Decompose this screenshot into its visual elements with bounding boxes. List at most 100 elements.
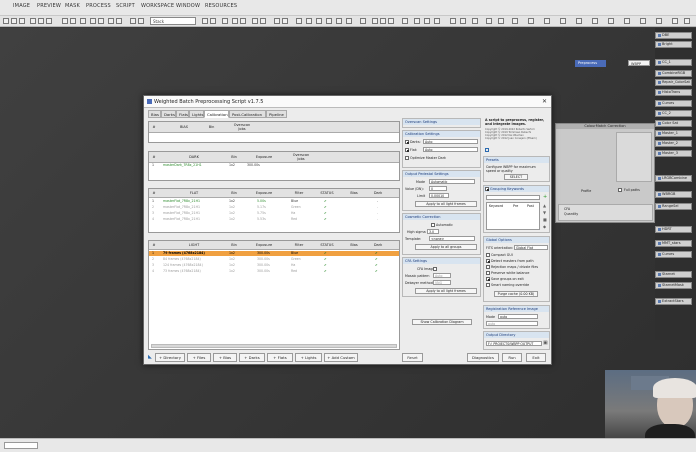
- view-9-icon[interactable]: [608, 18, 614, 24]
- zoom-in-icon[interactable]: [38, 18, 44, 24]
- menu-script[interactable]: SCRIPT: [116, 3, 135, 9]
- process-icon[interactable]: [116, 18, 122, 24]
- rejection-maps-checkbox[interactable]: [486, 265, 490, 269]
- zoom-out-icon[interactable]: [46, 18, 52, 24]
- pedestal-mode-select[interactable]: Automatic: [429, 179, 475, 184]
- add-flats-button[interactable]: + Flats: [267, 353, 293, 362]
- channel-b-icon[interactable]: [388, 18, 394, 24]
- proc-icon-13[interactable]: LRGBCombine: [655, 175, 692, 182]
- proc-icon-2[interactable]: Bright: [655, 41, 692, 48]
- reset-button[interactable]: Reset: [402, 353, 423, 362]
- menu-window[interactable]: WINDOW: [176, 3, 200, 9]
- preview-new-icon[interactable]: [252, 18, 258, 24]
- proc-icon-4[interactable]: CombineRGB: [655, 70, 692, 77]
- stf-reset-icon[interactable]: [434, 18, 440, 24]
- zoom-7-icon[interactable]: [346, 18, 352, 24]
- mask-show-icon[interactable]: [450, 18, 456, 24]
- template-select[interactable]: <none>: [429, 236, 475, 241]
- menu-image[interactable]: IMAGE: [13, 3, 30, 9]
- overscan-header[interactable]: Overscan Settings: [403, 119, 480, 125]
- tab-post-calibration[interactable]: Post-Calibration: [229, 110, 266, 118]
- move-up-icon[interactable]: ▲: [543, 203, 546, 208]
- zoom-out-2-icon[interactable]: [282, 18, 288, 24]
- grouping-checkbox[interactable]: [485, 187, 489, 191]
- toolbar-combo[interactable]: Stack: [150, 17, 196, 25]
- light-table-scrollbar[interactable]: [151, 344, 397, 348]
- new-instance-icon[interactable]: ◣: [148, 354, 152, 360]
- flats-select[interactable]: Auto: [423, 147, 478, 152]
- proc-icon-16[interactable]: HDRT: [655, 226, 692, 233]
- apply-all-groups-button[interactable]: Apply to all groups: [415, 244, 477, 250]
- proc-icon-17[interactable]: MMT_stars: [655, 240, 692, 247]
- select-icon[interactable]: [240, 18, 246, 24]
- open-icon[interactable]: [11, 18, 17, 24]
- menu-preview[interactable]: PREVIEW: [37, 3, 61, 9]
- history-icon[interactable]: [108, 18, 114, 24]
- flats-checkbox[interactable]: [405, 148, 409, 152]
- pedestal-value-input[interactable]: 0: [429, 186, 447, 191]
- proc-icon-20[interactable]: StarnetMask: [655, 282, 692, 289]
- proc-icon-7[interactable]: Curves: [655, 100, 692, 107]
- file-icon[interactable]: [3, 18, 9, 24]
- proc-icon-8[interactable]: CC_2: [655, 110, 692, 117]
- keyword-input[interactable]: [486, 195, 540, 200]
- dark-row[interactable]: 1 masterDark_7R8x_21H1 1x2 300.00s: [149, 163, 399, 168]
- proc-icon-6[interactable]: HistoTrans: [655, 89, 692, 96]
- crop-icon[interactable]: [90, 18, 96, 24]
- preserve-wb-checkbox[interactable]: [486, 271, 490, 275]
- view-6-icon[interactable]: [560, 18, 566, 24]
- menu-process[interactable]: PROCESS: [86, 3, 111, 9]
- high-sigma-input[interactable]: 3.0: [427, 229, 439, 234]
- channel-g-icon[interactable]: [380, 18, 386, 24]
- darks-checkbox[interactable]: [405, 140, 409, 144]
- clear-keywords-icon[interactable]: ◆: [543, 224, 546, 229]
- readout-icon[interactable]: [222, 18, 228, 24]
- proc-icon-19[interactable]: Starnet: [655, 271, 692, 278]
- proc-icon-14[interactable]: WBRGB: [655, 191, 692, 198]
- tab-calibration[interactable]: Calibration: [204, 110, 229, 118]
- proc-icon-21[interactable]: ExtractStars: [655, 298, 692, 305]
- save-icon[interactable]: [19, 18, 25, 24]
- proc-icon-10[interactable]: Master_1: [655, 130, 692, 137]
- zoom-1-icon[interactable]: [210, 18, 216, 24]
- cfa-images-checkbox[interactable]: [433, 267, 437, 271]
- undo-icon[interactable]: [62, 18, 68, 24]
- proc-icon-11[interactable]: Master_2: [655, 140, 692, 147]
- tab-lights[interactable]: Lights: [189, 110, 204, 118]
- zoom-3-icon[interactable]: [306, 18, 312, 24]
- add-lights-button[interactable]: + Lights: [295, 353, 322, 362]
- folder-icon[interactable]: ▣: [543, 340, 548, 346]
- apply-all-light-cfa-button[interactable]: Apply to all light frames: [415, 288, 477, 294]
- flat-row[interactable]: 3 masterFlat_7R8x_21H1 1x2 5.75s Ha ✔ -: [149, 211, 399, 216]
- proc-icon-1[interactable]: DBE: [655, 32, 692, 39]
- stf-link-icon[interactable]: [414, 18, 420, 24]
- view-1-icon[interactable]: [486, 18, 492, 24]
- image-icon-wbpp[interactable]: WBPP: [628, 60, 650, 66]
- fits-orientation-select[interactable]: Global Flat: [514, 245, 548, 250]
- select-preset-button[interactable]: SELECT: [504, 174, 528, 180]
- view-3-icon[interactable]: [512, 18, 518, 24]
- zoom-in-2-icon[interactable]: [274, 18, 280, 24]
- diagnostics-button[interactable]: Diagnostics: [467, 353, 499, 362]
- tab-darks[interactable]: Darks: [161, 110, 176, 118]
- view-5-icon[interactable]: [544, 18, 550, 24]
- view-4-icon[interactable]: [528, 18, 534, 24]
- optimize-dark-checkbox[interactable]: [405, 156, 409, 160]
- add-darks-button[interactable]: + Darks: [239, 353, 265, 362]
- flat-row[interactable]: 1 masterFlat_7R8x_21H1 1x2 5.00s Blue ✔ …: [149, 199, 399, 204]
- proc-icon-12[interactable]: Master_3: [655, 150, 692, 157]
- view-13-icon[interactable]: [672, 18, 678, 24]
- proc-icon-5[interactable]: Repair_ColorSat: [655, 79, 692, 86]
- info-icon[interactable]: [485, 148, 489, 152]
- proc-icon-3[interactable]: CC_1: [655, 59, 692, 66]
- add-bias-button[interactable]: + Bias: [213, 353, 237, 362]
- process-explorer-icon[interactable]: [130, 18, 136, 24]
- proc-icon-18[interactable]: Curves: [655, 251, 692, 258]
- redo-icon[interactable]: [70, 18, 76, 24]
- smart-naming-checkbox[interactable]: [486, 283, 490, 287]
- stf-auto-icon[interactable]: [424, 18, 430, 24]
- view-7-icon[interactable]: [576, 18, 582, 24]
- remove-keyword-icon[interactable]: ■: [543, 217, 547, 222]
- mask-enable-icon[interactable]: [472, 18, 478, 24]
- pan-icon[interactable]: [232, 18, 238, 24]
